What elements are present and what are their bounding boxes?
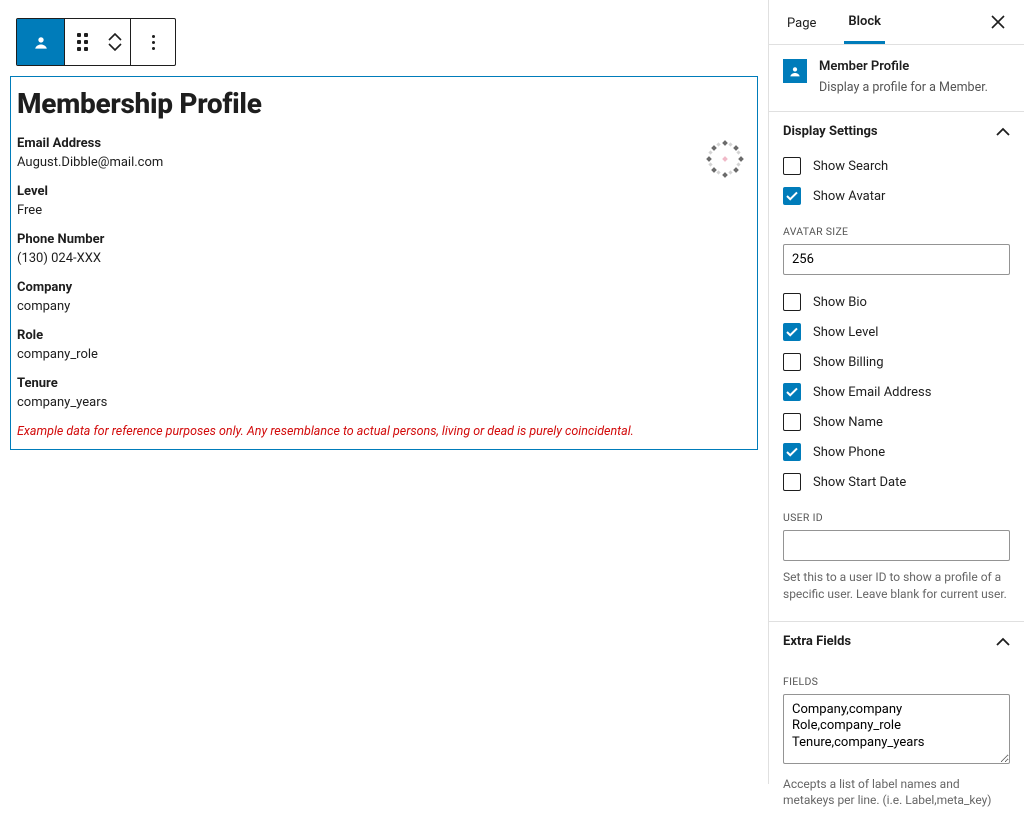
checkbox-row: Show Avatar — [783, 181, 1010, 211]
chevron-up-icon — [996, 637, 1010, 646]
checkbox[interactable] — [783, 187, 801, 205]
field-value: (130) 024-XXX — [17, 251, 751, 266]
tab-block[interactable]: Block — [844, 0, 885, 44]
drag-icon — [77, 33, 88, 51]
chevron-up-icon — [108, 33, 122, 41]
checkbox-row: Show Phone — [783, 437, 1010, 467]
checkbox-row: Show Billing — [783, 347, 1010, 377]
checkbox[interactable] — [783, 323, 801, 341]
avatar-size-label: AVATAR SIZE — [783, 225, 1010, 238]
checkbox[interactable] — [783, 353, 801, 371]
block-toolbar — [16, 18, 176, 66]
checkbox-label: Show Start Date — [813, 475, 906, 490]
checkbox-label: Show Name — [813, 415, 883, 430]
checkbox-label: Show Search — [813, 159, 888, 174]
close-sidebar-button[interactable] — [986, 10, 1010, 34]
move-buttons[interactable] — [99, 19, 131, 65]
drag-handle[interactable] — [65, 19, 99, 65]
check-icon — [786, 191, 798, 201]
checkbox-row: Show Bio — [783, 287, 1010, 317]
checkbox-label: Show Level — [813, 325, 878, 340]
checkbox-row: Show Level — [783, 317, 1010, 347]
checkbox[interactable] — [783, 413, 801, 431]
fields-textarea[interactable] — [783, 694, 1010, 764]
checkbox-label: Show Billing — [813, 355, 884, 370]
fields-label: FIELDS — [783, 675, 1010, 688]
field-label: Tenure — [17, 376, 751, 391]
chevron-up-icon — [996, 127, 1010, 136]
section-toggle-display[interactable]: Display Settings — [769, 112, 1024, 151]
avatar-placeholder — [701, 137, 749, 185]
preview-title: Membership Profile — [17, 87, 751, 120]
checkbox[interactable] — [783, 157, 801, 175]
more-icon — [152, 35, 155, 50]
section-title-extra: Extra Fields — [783, 634, 996, 649]
block-icon — [783, 59, 807, 83]
section-title-display: Display Settings — [783, 124, 996, 139]
user-id-input[interactable] — [783, 530, 1010, 561]
check-icon — [786, 327, 798, 337]
field-value: company — [17, 299, 751, 314]
checkbox-row: Show Email Address — [783, 377, 1010, 407]
checkbox-label: Show Phone — [813, 445, 885, 460]
checkbox[interactable] — [783, 383, 801, 401]
user-id-label: USER ID — [783, 511, 1010, 524]
field-label: Company — [17, 280, 751, 295]
sidebar-tabs: Page Block — [769, 0, 1024, 45]
block-description: Display a profile for a Member. — [819, 80, 988, 95]
settings-sidebar: Page Block Member Profile Display a prof… — [768, 0, 1024, 784]
checkbox-row: Show Start Date — [783, 467, 1010, 497]
check-icon — [786, 447, 798, 457]
block-preview[interactable]: Membership Profile Email Address August.D… — [10, 76, 758, 450]
checkbox-label: Show Email Address — [813, 385, 931, 400]
checkbox-row: Show Search — [783, 151, 1010, 181]
user-id-help: Set this to a user ID to show a profile … — [783, 569, 1010, 603]
field-value: Free — [17, 203, 751, 218]
field-label: Phone Number — [17, 232, 751, 247]
field-value: company_role — [17, 347, 751, 362]
chevron-down-icon — [108, 43, 122, 51]
field-label: Email Address — [17, 136, 751, 151]
check-icon — [786, 387, 798, 397]
checkbox-row: Show Name — [783, 407, 1010, 437]
section-toggle-extra[interactable]: Extra Fields — [769, 622, 1024, 661]
close-icon — [991, 15, 1005, 29]
block-name: Member Profile — [819, 59, 988, 74]
checkbox[interactable] — [783, 293, 801, 311]
tab-page[interactable]: Page — [783, 2, 820, 43]
field-label: Role — [17, 328, 751, 343]
checkbox-label: Show Avatar — [813, 189, 885, 204]
field-label: Level — [17, 184, 751, 199]
fields-help: Accepts a list of label names and metake… — [783, 776, 1010, 810]
member-profile-icon — [787, 63, 803, 79]
field-value: August.Dibble@mail.com — [17, 155, 751, 170]
checkbox[interactable] — [783, 473, 801, 491]
checkbox-label: Show Bio — [813, 295, 867, 310]
more-options-button[interactable] — [131, 19, 175, 65]
field-value: company_years — [17, 395, 751, 410]
checkbox[interactable] — [783, 443, 801, 461]
preview-disclaimer: Example data for reference purposes only… — [17, 424, 751, 439]
member-profile-icon — [31, 32, 51, 52]
avatar-size-input[interactable] — [783, 244, 1010, 275]
block-type-button[interactable] — [17, 19, 65, 65]
